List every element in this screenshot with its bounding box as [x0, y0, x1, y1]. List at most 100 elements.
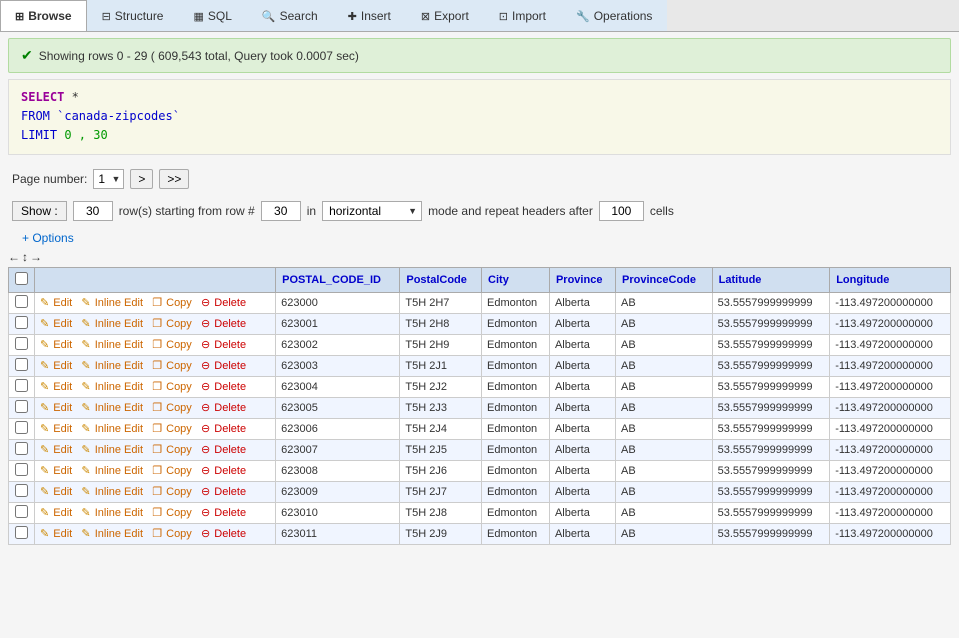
copy-icon-6: ❐	[152, 423, 162, 435]
cell-postal-8: T5H 2J6	[400, 460, 482, 481]
edit-link-9[interactable]: Edit	[53, 486, 72, 498]
row-checkbox-cell	[9, 502, 35, 523]
sort-left-arrow[interactable]: ←	[8, 250, 20, 264]
inline-edit-link-1[interactable]: Inline Edit	[95, 318, 143, 330]
sort-postal-code-id[interactable]: POSTAL_CODE_ID	[282, 274, 381, 286]
last-page-button[interactable]: >>	[159, 169, 189, 189]
sort-mid-arrow[interactable]: ↕	[22, 250, 28, 264]
start-row-input[interactable]	[261, 201, 301, 221]
inline-edit-link-9[interactable]: Inline Edit	[95, 486, 143, 498]
delete-link-5[interactable]: Delete	[214, 402, 246, 414]
copy-link-7[interactable]: Copy	[166, 444, 192, 456]
tab-browse[interactable]: ⊞Browse	[0, 0, 87, 31]
row-checkbox-11[interactable]	[15, 526, 28, 539]
tab-insert[interactable]: ✚Insert	[333, 0, 406, 31]
copy-link-8[interactable]: Copy	[166, 465, 192, 477]
edit-link-7[interactable]: Edit	[53, 444, 72, 456]
row-checkbox-7[interactable]	[15, 442, 28, 455]
headers-input[interactable]	[599, 201, 644, 221]
tab-search[interactable]: 🔍Search	[247, 0, 333, 31]
delete-link-10[interactable]: Delete	[214, 507, 246, 519]
table-row: ✎ Edit ✎ Inline Edit ❐ Copy ⊖ Delete 623…	[9, 397, 951, 418]
edit-link-11[interactable]: Edit	[53, 528, 72, 540]
cell-lon-11: -113.497200000000	[830, 523, 951, 544]
delete-link-6[interactable]: Delete	[214, 423, 246, 435]
row-checkbox-9[interactable]	[15, 484, 28, 497]
delete-link-8[interactable]: Delete	[214, 465, 246, 477]
inline-edit-link-3[interactable]: Inline Edit	[95, 360, 143, 372]
show-button[interactable]: Show :	[12, 201, 67, 221]
edit-link-6[interactable]: Edit	[53, 423, 72, 435]
inline-edit-link-8[interactable]: Inline Edit	[95, 465, 143, 477]
edit-link-8[interactable]: Edit	[53, 465, 72, 477]
tab-import[interactable]: ⊡Import	[484, 0, 561, 31]
tab-structure[interactable]: ⊟Structure	[87, 0, 179, 31]
delete-link-7[interactable]: Delete	[214, 444, 246, 456]
copy-link-3[interactable]: Copy	[166, 360, 192, 372]
edit-link-4[interactable]: Edit	[53, 381, 72, 393]
edit-link-3[interactable]: Edit	[53, 360, 72, 372]
row-checkbox-6[interactable]	[15, 421, 28, 434]
sort-city[interactable]: City	[488, 274, 509, 286]
edit-link-0[interactable]: Edit	[53, 297, 72, 309]
inline-edit-link-0[interactable]: Inline Edit	[95, 297, 143, 309]
row-checkbox-1[interactable]	[15, 316, 28, 329]
row-checkbox-4[interactable]	[15, 379, 28, 392]
options-link[interactable]: + Options	[10, 229, 86, 247]
delete-circle-icon-5: ⊖	[201, 402, 210, 414]
copy-link-0[interactable]: Copy	[166, 297, 192, 309]
delete-link-11[interactable]: Delete	[214, 528, 246, 540]
edit-pencil-icon-9: ✎	[40, 486, 49, 498]
inline-edit-link-11[interactable]: Inline Edit	[95, 528, 143, 540]
show-rows-input[interactable]	[73, 201, 113, 221]
copy-link-9[interactable]: Copy	[166, 486, 192, 498]
sort-longitude[interactable]: Longitude	[836, 274, 889, 286]
tab-export[interactable]: ⊠Export	[406, 0, 484, 31]
inline-edit-link-4[interactable]: Inline Edit	[95, 381, 143, 393]
row-checkbox-8[interactable]	[15, 463, 28, 476]
copy-link-5[interactable]: Copy	[166, 402, 192, 414]
delete-link-2[interactable]: Delete	[214, 339, 246, 351]
page-select[interactable]: 1	[93, 169, 124, 189]
sort-province[interactable]: Province	[556, 274, 602, 286]
inline-edit-link-2[interactable]: Inline Edit	[95, 339, 143, 351]
edit-link-1[interactable]: Edit	[53, 318, 72, 330]
col-city: City	[482, 267, 550, 292]
sort-postalcode[interactable]: PostalCode	[406, 274, 467, 286]
inline-edit-link-10[interactable]: Inline Edit	[95, 507, 143, 519]
sort-provincecode[interactable]: ProvinceCode	[622, 274, 696, 286]
row-checkbox-2[interactable]	[15, 337, 28, 350]
row-checkbox-3[interactable]	[15, 358, 28, 371]
copy-link-6[interactable]: Copy	[166, 423, 192, 435]
copy-link-4[interactable]: Copy	[166, 381, 192, 393]
cell-city-8: Edmonton	[482, 460, 550, 481]
inline-edit-link-5[interactable]: Inline Edit	[95, 402, 143, 414]
cell-pcode-11: AB	[616, 523, 713, 544]
delete-link-9[interactable]: Delete	[214, 486, 246, 498]
delete-link-4[interactable]: Delete	[214, 381, 246, 393]
copy-link-2[interactable]: Copy	[166, 339, 192, 351]
edit-link-10[interactable]: Edit	[53, 507, 72, 519]
sort-right-arrow[interactable]: →	[30, 250, 42, 264]
select-all-checkbox[interactable]	[15, 272, 28, 285]
tab-sql[interactable]: ▦SQL	[178, 0, 246, 31]
inline-edit-link-7[interactable]: Inline Edit	[95, 444, 143, 456]
edit-link-2[interactable]: Edit	[53, 339, 72, 351]
edit-link-5[interactable]: Edit	[53, 402, 72, 414]
inline-edit-link-6[interactable]: Inline Edit	[95, 423, 143, 435]
direction-select[interactable]: horizontal vertical	[322, 201, 422, 221]
copy-icon-9: ❐	[152, 486, 162, 498]
row-checkbox-5[interactable]	[15, 400, 28, 413]
sort-latitude[interactable]: Latitude	[719, 274, 762, 286]
next-page-button[interactable]: >	[130, 169, 153, 189]
delete-link-1[interactable]: Delete	[214, 318, 246, 330]
row-checkbox-10[interactable]	[15, 505, 28, 518]
tab-operations[interactable]: 🔧Operations	[561, 0, 667, 31]
delete-link-3[interactable]: Delete	[214, 360, 246, 372]
copy-link-11[interactable]: Copy	[166, 528, 192, 540]
delete-link-0[interactable]: Delete	[214, 297, 246, 309]
copy-link-1[interactable]: Copy	[166, 318, 192, 330]
row-checkbox-0[interactable]	[15, 295, 28, 308]
copy-link-10[interactable]: Copy	[166, 507, 192, 519]
cell-pcode-10: AB	[616, 502, 713, 523]
